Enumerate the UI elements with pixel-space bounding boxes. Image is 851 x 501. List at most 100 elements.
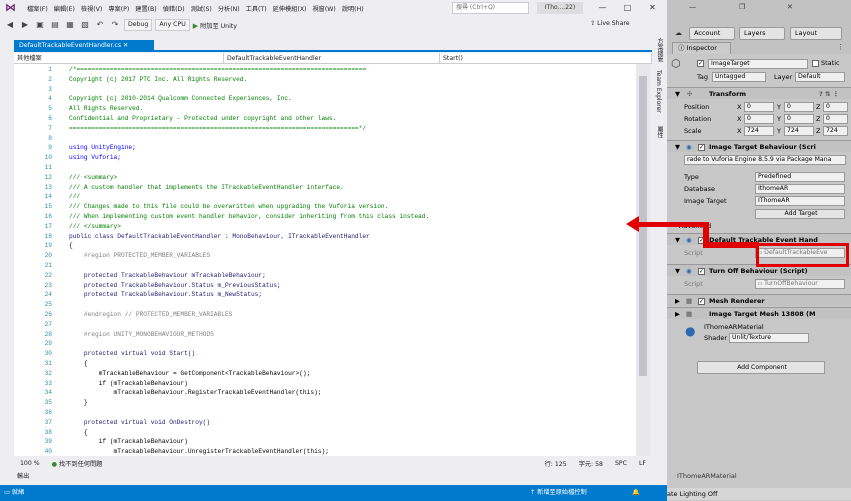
code-line[interactable]: 17 /// </summary> xyxy=(14,222,636,232)
component-enabled-checkbox[interactable]: ✓ xyxy=(698,297,705,305)
restore-icon[interactable]: ❐ xyxy=(739,3,745,11)
back-icon[interactable]: ◀ xyxy=(4,19,16,31)
properties-tab[interactable]: 屬性 xyxy=(655,126,664,138)
foldout-icon[interactable]: ▶ xyxy=(675,295,680,307)
code-line[interactable]: 22 protected TrackableBehaviour mTrackab… xyxy=(14,271,636,281)
object-name-field[interactable]: ImageTarget xyxy=(708,59,808,69)
component-menu-icon[interactable]: ? ⇅ ⋮ xyxy=(819,88,839,100)
member-nav-select[interactable]: Start() xyxy=(440,53,652,64)
code-line[interactable]: 34 mTrackableBehaviour.RegisterTrackable… xyxy=(14,388,636,398)
image-target-mesh-header[interactable]: ▶ ▦ Image Target Mesh 13808 (M xyxy=(667,307,851,319)
code-line[interactable]: 11 xyxy=(14,163,636,173)
code-line[interactable]: 24 protected TrackableBehaviour.Status m… xyxy=(14,290,636,300)
foldout-icon[interactable]: ▼ xyxy=(675,234,680,246)
menu-view[interactable]: 檢視(V) xyxy=(78,4,105,13)
foldout-icon[interactable]: ▼ xyxy=(675,141,680,153)
layout-button[interactable]: Layout xyxy=(790,27,842,40)
close-tab-icon[interactable]: ✕ xyxy=(123,42,128,49)
component-enabled-checkbox[interactable]: ✓ xyxy=(698,267,705,275)
active-checkbox[interactable]: ✓ xyxy=(697,60,704,67)
account-button[interactable]: Account xyxy=(689,27,735,40)
code-line[interactable]: 33 if (mTrackableBehaviour) xyxy=(14,379,636,389)
scale-z-field[interactable]: 724 xyxy=(823,126,848,136)
undo-icon[interactable]: ↶ xyxy=(94,19,106,31)
code-line[interactable]: 35 } xyxy=(14,398,636,408)
component-enabled-checkbox[interactable]: ✓ xyxy=(698,143,705,151)
code-line[interactable]: 7 =======================================… xyxy=(14,124,636,134)
menu-project[interactable]: 專案(P) xyxy=(105,4,132,13)
code-line[interactable]: 36 xyxy=(14,408,636,418)
code-line[interactable]: 2 Copyright (c) 2017 PTC Inc. All Rights … xyxy=(14,75,636,85)
position-x-field[interactable]: 0 xyxy=(744,102,774,112)
rotation-x-field[interactable]: 0 xyxy=(744,114,774,124)
zoom-level[interactable]: 100 % xyxy=(14,460,46,467)
code-line[interactable]: 1 /*=====================================… xyxy=(14,65,636,75)
menu-file[interactable]: 檔案(F) xyxy=(24,4,51,13)
code-line[interactable]: 16 /// When implementing custom event han… xyxy=(14,212,636,222)
code-line[interactable]: 32 mTrackableBehaviour = GetComponent<Tr… xyxy=(14,369,636,379)
transform-header[interactable]: ▼ ✣ Transform ? ⇅ ⋮ xyxy=(667,87,851,99)
code-editor[interactable]: 1 /*=====================================… xyxy=(14,64,636,456)
config-select[interactable]: Debug xyxy=(124,19,153,31)
foldout-icon[interactable]: ▼ xyxy=(675,265,680,277)
database-select[interactable]: IthomeAR xyxy=(755,184,845,194)
image-target-select[interactable]: IThomeAR xyxy=(755,196,845,206)
scale-y-field[interactable]: 724 xyxy=(784,126,814,136)
line-ending-indicator[interactable]: LF xyxy=(633,460,652,467)
add-target-button[interactable]: Add Target xyxy=(755,209,845,219)
new-file-icon[interactable]: ▣ xyxy=(34,19,46,31)
code-line[interactable]: 26 #endregion // PROTECTED_MEMBER_VARIAB… xyxy=(14,310,636,320)
code-line[interactable]: 20 #region PROTECTED_MEMBER_VARIABLES xyxy=(14,251,636,261)
code-line[interactable]: 12 /// <summary> xyxy=(14,173,636,183)
more-options-icon[interactable]: ⋮ xyxy=(837,43,844,51)
code-line[interactable]: 4 Copyright (c) 2010-2014 Qualcomm Connec… xyxy=(14,94,636,104)
scale-x-field[interactable]: 724 xyxy=(744,126,774,136)
code-line[interactable]: 29 xyxy=(14,339,636,349)
image-target-behaviour-header[interactable]: ▼ ◉ ✓ Image Target Behaviour (Scri xyxy=(667,140,851,152)
rotation-y-field[interactable]: 0 xyxy=(784,114,814,124)
spacing-indicator[interactable]: SPC xyxy=(609,460,633,467)
menu-analyze[interactable]: 分析(N) xyxy=(215,4,243,13)
menu-build[interactable]: 建置(B) xyxy=(132,4,159,13)
upgrade-notice[interactable]: rade to Vuforia Engine 8.5.9 via Package… xyxy=(684,155,846,165)
foldout-icon[interactable]: ▼ xyxy=(675,88,680,100)
code-line[interactable]: 15 /// Changes made to this file could be… xyxy=(14,202,636,212)
code-line[interactable]: 14 /// xyxy=(14,192,636,202)
menu-test[interactable]: 測試(S) xyxy=(188,4,215,13)
code-line[interactable]: 31 { xyxy=(14,359,636,369)
minimize-icon[interactable]: — xyxy=(590,0,615,16)
code-line[interactable]: 37 protected virtual void OnDestroy() xyxy=(14,418,636,428)
class-nav-select[interactable]: DefaultTrackableEventHandler xyxy=(224,53,440,64)
add-component-button[interactable]: Add Component xyxy=(697,361,825,374)
code-line[interactable]: 39 if (mTrackableBehaviour) xyxy=(14,437,636,447)
code-line[interactable]: 6 Confidential and Proprietary - Protecte… xyxy=(14,114,636,124)
close-icon[interactable]: ✕ xyxy=(787,3,793,11)
project-nav-select[interactable]: 其他檔案 xyxy=(14,53,224,64)
solution-explorer-tab[interactable]: 方案總管 xyxy=(655,38,664,62)
code-line[interactable]: 13 /// A custom handler that implements t… xyxy=(14,183,636,193)
output-tab[interactable]: 輸出 xyxy=(0,471,667,483)
code-line[interactable]: 5 All Rights Reserved. xyxy=(14,104,636,114)
layers-button[interactable]: Layers xyxy=(739,27,785,40)
attach-unity-button[interactable]: ▶ 附加至 Unity xyxy=(193,21,237,30)
cloud-icon[interactable]: ☁ xyxy=(675,29,682,37)
menu-edit[interactable]: 編輯(E) xyxy=(51,4,78,13)
type-select[interactable]: Predefined xyxy=(755,172,845,182)
code-line[interactable]: 8 xyxy=(14,134,636,144)
tag-select[interactable]: Untagged xyxy=(712,72,766,82)
minimize-icon[interactable]: — xyxy=(689,3,696,11)
code-line[interactable]: 10 using Vuforia; xyxy=(14,153,636,163)
issues-indicator[interactable]: ● 找不到任何問題 xyxy=(46,459,109,468)
shader-select[interactable]: Unlit/Texture xyxy=(729,333,809,343)
notification-icon[interactable]: 🔔 xyxy=(632,485,640,501)
position-z-field[interactable]: 0 xyxy=(823,102,848,112)
forward-icon[interactable]: ▶ xyxy=(19,19,31,31)
redo-icon[interactable]: ↷ xyxy=(109,19,121,31)
vertical-scrollbar[interactable] xyxy=(636,64,650,456)
code-line[interactable]: 28 #region UNITY_MONOBEHAVIOUR_METHODS xyxy=(14,330,636,340)
code-line[interactable]: 18 public class DefaultTrackableEventHand… xyxy=(14,232,636,242)
code-line[interactable]: 9 using UnityEngine; xyxy=(14,143,636,153)
code-line[interactable]: 30 protected virtual void Start() xyxy=(14,349,636,359)
maximize-icon[interactable]: □ xyxy=(615,0,640,16)
menu-tools[interactable]: 工具(T) xyxy=(243,4,270,13)
